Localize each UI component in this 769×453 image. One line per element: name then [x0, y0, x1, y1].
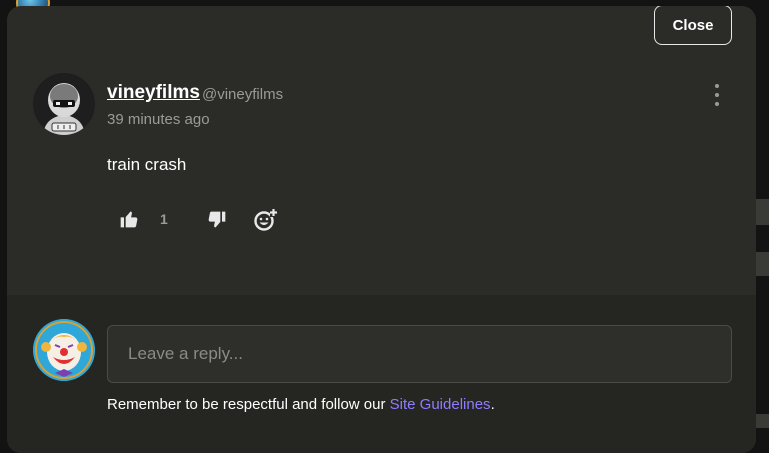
like-count: 1: [160, 211, 168, 227]
background-strip: [755, 252, 769, 276]
site-guidelines-link[interactable]: Site Guidelines: [390, 396, 491, 413]
comment-modal: Close vineyfilms @vineyfilms 39 minutes …: [7, 6, 756, 453]
robot-avatar-icon: [33, 73, 95, 135]
add-reaction-button[interactable]: [253, 207, 279, 238]
like-button[interactable]: [119, 209, 139, 234]
reply-input[interactable]: [107, 325, 732, 383]
guidelines-notice-text: Remember to be respectful and follow our: [107, 396, 390, 413]
comment-body: train crash: [107, 155, 187, 174]
author-name-link[interactable]: vineyfilms: [107, 82, 200, 104]
dislike-button[interactable]: [207, 210, 227, 235]
add-emoji-icon: [254, 209, 277, 231]
author-avatar[interactable]: [33, 73, 95, 135]
guidelines-notice: Remember to be respectful and follow our…: [107, 396, 495, 413]
comment-timestamp: 39 minutes ago: [107, 111, 210, 128]
thumbs-down-icon: [208, 211, 226, 228]
author-handle: @vineyfilms: [202, 86, 284, 103]
thumbs-up-icon: [120, 211, 138, 228]
background-strip: [755, 414, 769, 428]
current-user-avatar[interactable]: [33, 319, 95, 381]
more-options-icon[interactable]: [710, 84, 724, 106]
close-button[interactable]: Close: [654, 6, 732, 45]
clown-avatar-icon: [33, 319, 95, 381]
background-strip: [755, 199, 769, 225]
guidelines-notice-suffix: .: [490, 396, 495, 413]
